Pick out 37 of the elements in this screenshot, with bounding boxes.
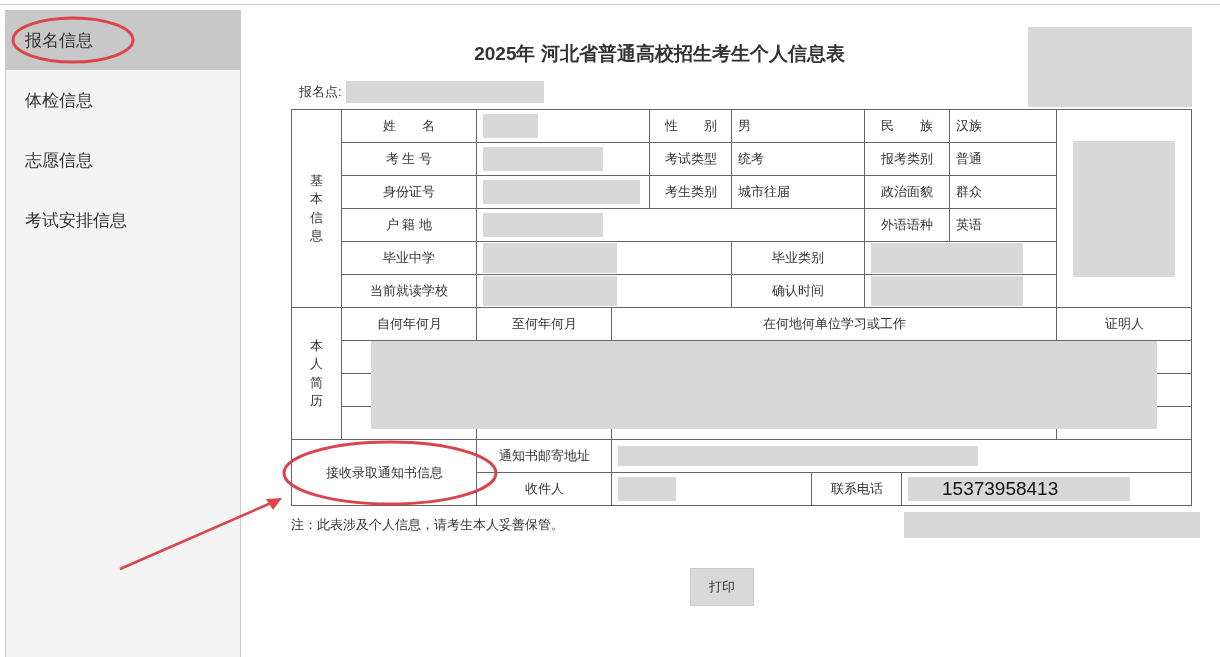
column-header: 至何年何月: [476, 307, 612, 341]
sidebar-item[interactable]: 考试安排信息: [6, 190, 240, 250]
field-label: 民 族: [864, 109, 950, 143]
field-label: 毕业类别: [731, 241, 865, 275]
field-label: 收件人: [476, 472, 612, 506]
field-label: 当前就读学校: [341, 274, 477, 308]
section-label: 基本信息: [291, 109, 342, 308]
column-header: 自何年何月: [341, 307, 477, 341]
column-header: 在何地何单位学习或工作: [611, 307, 1057, 341]
field-label: 姓 名: [341, 109, 477, 143]
field-label: 考生类别: [649, 175, 732, 209]
field-label: 毕业中学: [341, 241, 477, 275]
field-label: 户 籍 地: [341, 208, 477, 242]
field-label: 报考类别: [864, 142, 950, 176]
field-label: 考 生 号: [341, 142, 477, 176]
field-label: 性 别: [649, 109, 732, 143]
field-label: 联系电话: [811, 472, 902, 506]
phone-value: 15373958413: [908, 477, 1130, 501]
field-label: 外语语种: [864, 208, 950, 242]
field-value: 汉族: [949, 109, 1057, 143]
field-label: 确认时间: [731, 274, 865, 308]
site-label: 报名点:: [299, 83, 342, 101]
field-label: 通知书邮寄地址: [476, 439, 612, 473]
form-title: 2025年 河北省普通高校招生考生个人信息表: [473, 42, 846, 66]
field-value: 城市往届: [731, 175, 865, 209]
sidebar-item[interactable]: 志愿信息: [6, 130, 240, 190]
field-value: 统考: [731, 142, 865, 176]
field-label: 政治面貌: [864, 175, 950, 209]
field-label: 考试类型: [649, 142, 732, 176]
privacy-note: 注：此表涉及个人信息，请考生本人妥善保管。: [291, 516, 564, 534]
section-label: 本人简历: [291, 307, 342, 440]
column-header: 证明人: [1056, 307, 1192, 341]
print-button[interactable]: 打印: [689, 568, 754, 606]
sidebar-item[interactable]: 报名信息: [6, 10, 240, 70]
field-label: 身份证号: [341, 175, 477, 209]
sidebar-item[interactable]: 体检信息: [6, 70, 240, 130]
field-value: 男: [731, 109, 865, 143]
